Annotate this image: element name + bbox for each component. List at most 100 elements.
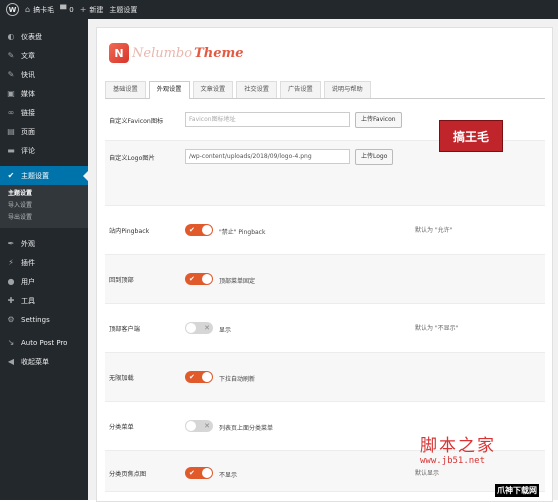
- sidebar-item-label: 仪表盘: [21, 32, 42, 41]
- tab-basic[interactable]: 基础设置: [105, 81, 146, 98]
- category-menu-toggle[interactable]: ✕: [185, 420, 213, 432]
- upload-favicon-button[interactable]: 上传Favicon: [355, 112, 402, 128]
- sidebar-item-label: 用户: [21, 277, 35, 286]
- tab-appearance[interactable]: 外观设置: [148, 81, 190, 99]
- theme-logo-suffix: Theme: [194, 45, 244, 61]
- tab-ads[interactable]: 广告设置: [280, 81, 321, 98]
- collapse-icon: ◀: [7, 357, 15, 366]
- sidebar-item-label: 文章: [21, 51, 35, 60]
- logo-label: 自定义Logo图片: [109, 155, 155, 162]
- page-label: 主题设置: [109, 5, 138, 14]
- pin-icon: ✎: [7, 70, 15, 79]
- tab-help[interactable]: 说明与帮助: [323, 81, 371, 98]
- watermark-title: 脚本之家: [420, 436, 496, 456]
- theme-logo: N Nelumbo Theme: [109, 38, 244, 68]
- sidebar-item-label: 外观: [21, 239, 35, 248]
- pin-icon: ✎: [7, 51, 15, 60]
- new-label: 新建: [89, 5, 104, 14]
- sidebar-item-label: 页面: [21, 127, 35, 136]
- tool-icon: ✚: [7, 296, 15, 305]
- logo-url-input[interactable]: /wp-content/uploads/2018/09/logo-4.png: [185, 149, 350, 164]
- sidebar-item-links[interactable]: ∞ 链接: [0, 103, 88, 122]
- favicon-label: 自定义Favicon图标: [109, 118, 164, 125]
- sidebar-item-news[interactable]: ✎ 快讯: [0, 65, 88, 84]
- upload-logo-button[interactable]: 上传Logo: [355, 149, 394, 165]
- plus-icon: +: [79, 5, 87, 14]
- theme-logo-name: Nelumbo: [132, 45, 193, 61]
- check-icon: ✔: [189, 275, 195, 283]
- setting-label: 分类页焦点图: [109, 471, 147, 478]
- home-icon: ⌂: [25, 5, 31, 14]
- admin-sidebar: ◐ 仪表盘 ✎ 文章 ✎ 快讯 ▣ 媒体 ∞ 链接 ▤ 页面 ▬ 评论 ✔ 主题…: [0, 19, 88, 500]
- setting-desc: 显示: [219, 327, 232, 334]
- pingback-row: 站内Pingback ✔ "禁止" Pingback 默认为 "允许": [105, 206, 545, 255]
- media-icon: ▣: [7, 89, 15, 98]
- sidebar-item-media[interactable]: ▣ 媒体: [0, 84, 88, 103]
- wrench-icon: ✔: [7, 171, 15, 180]
- sidebar-item-auto-post-pro[interactable]: ↘ Auto Post Pro: [0, 333, 88, 352]
- sidebar-item-label: 快讯: [21, 70, 35, 79]
- page-icon: ▤: [7, 127, 15, 136]
- setting-label: 分类菜单: [109, 424, 134, 431]
- setting-desc: 下拉自动刷新: [219, 376, 256, 383]
- site-name-link[interactable]: ⌂ 搞卡毛: [25, 5, 54, 15]
- logo-preview-image: 搞王毛: [439, 120, 503, 152]
- sidebar-item-label: 插件: [21, 258, 35, 267]
- top-client-toggle[interactable]: ✕: [185, 322, 213, 334]
- theme-settings-link[interactable]: 主题设置: [109, 5, 137, 15]
- setting-desc: 不显示: [219, 472, 238, 479]
- sidebar-item-plugins[interactable]: ⚡ 插件: [0, 253, 88, 272]
- comment-icon: ▀: [60, 5, 67, 14]
- brush-icon: ✒: [7, 239, 15, 248]
- sidebar-item-appearance[interactable]: ✒ 外观: [0, 234, 88, 253]
- favicon-url-input[interactable]: Favicon图标地址: [185, 112, 350, 127]
- sidebar-item-users[interactable]: ● 用户: [0, 272, 88, 291]
- sidebar-item-label: 收起菜单: [21, 357, 49, 366]
- comments-link[interactable]: ▀ 0: [60, 5, 74, 14]
- sidebar-item-tools[interactable]: ✚ 工具: [0, 291, 88, 310]
- sidebar-item-label: Auto Post Pro: [21, 338, 68, 347]
- wordpress-logo-icon[interactable]: W: [6, 3, 19, 16]
- setting-label: 回到顶部: [109, 277, 134, 284]
- sidebar-item-dashboard[interactable]: ◐ 仪表盘: [0, 27, 88, 46]
- top-client-row: 顶部客户端 ✕ 显示 默认为 "不显示": [105, 304, 545, 353]
- back-to-top-toggle[interactable]: ✔: [185, 273, 213, 285]
- tab-articles[interactable]: 文章设置: [192, 81, 234, 98]
- pingback-toggle[interactable]: ✔: [185, 224, 213, 236]
- comment-icon: ▬: [7, 146, 15, 155]
- setting-note: 默认为 "不显示": [415, 325, 459, 332]
- arrow-icon: ↘: [7, 338, 15, 347]
- sidebar-item-settings[interactable]: ⚙ Settings: [0, 310, 88, 329]
- sidebar-item-label: 工具: [21, 296, 35, 305]
- infinite-load-toggle[interactable]: ✔: [185, 371, 213, 383]
- sidebar-item-label: Settings: [21, 315, 50, 324]
- new-content-link[interactable]: + 新建: [80, 5, 104, 15]
- submenu-item-theme-settings[interactable]: 主题设置: [0, 188, 88, 200]
- comments-count: 0: [69, 5, 74, 14]
- sidebar-item-label: 链接: [21, 108, 35, 117]
- sidebar-item-comments[interactable]: ▬ 评论: [0, 141, 88, 160]
- close-icon: ✕: [204, 324, 210, 332]
- main-content: N Nelumbo Theme 基础设置 外观设置 文章设置 社交设置 广告设置…: [88, 19, 558, 502]
- sidebar-item-pages[interactable]: ▤ 页面: [0, 122, 88, 141]
- check-icon: ✔: [189, 469, 195, 477]
- submenu-item-import[interactable]: 导入设置: [0, 200, 88, 212]
- plugin-icon: ⚡: [8, 258, 14, 267]
- submenu-item-export[interactable]: 导出设置: [0, 212, 88, 224]
- theme-logo-icon: N: [109, 43, 129, 63]
- sidebar-item-theme-settings[interactable]: ✔ 主题设置: [0, 166, 88, 185]
- setting-note: 默认显示: [415, 470, 440, 477]
- dashboard-icon: ◐: [7, 32, 15, 41]
- watermark-corner: 爪神下载网: [495, 484, 539, 497]
- link-icon: ∞: [7, 108, 15, 117]
- close-icon: ✕: [204, 422, 210, 430]
- settings-icon: ⚙: [7, 315, 15, 324]
- category-slider-toggle[interactable]: ✔: [185, 467, 213, 479]
- collapse-menu-button[interactable]: ◀ 收起菜单: [0, 352, 88, 371]
- logo-preview-text: 搞王毛: [452, 129, 489, 144]
- setting-desc: "禁止" Pingback: [219, 229, 266, 236]
- back-to-top-row: 回到顶部 ✔ 顶部菜单固定: [105, 255, 545, 304]
- admin-bar: W ⌂ 搞卡毛 ▀ 0 + 新建 主题设置: [0, 0, 558, 19]
- sidebar-item-posts[interactable]: ✎ 文章: [0, 46, 88, 65]
- tab-social[interactable]: 社交设置: [236, 81, 277, 98]
